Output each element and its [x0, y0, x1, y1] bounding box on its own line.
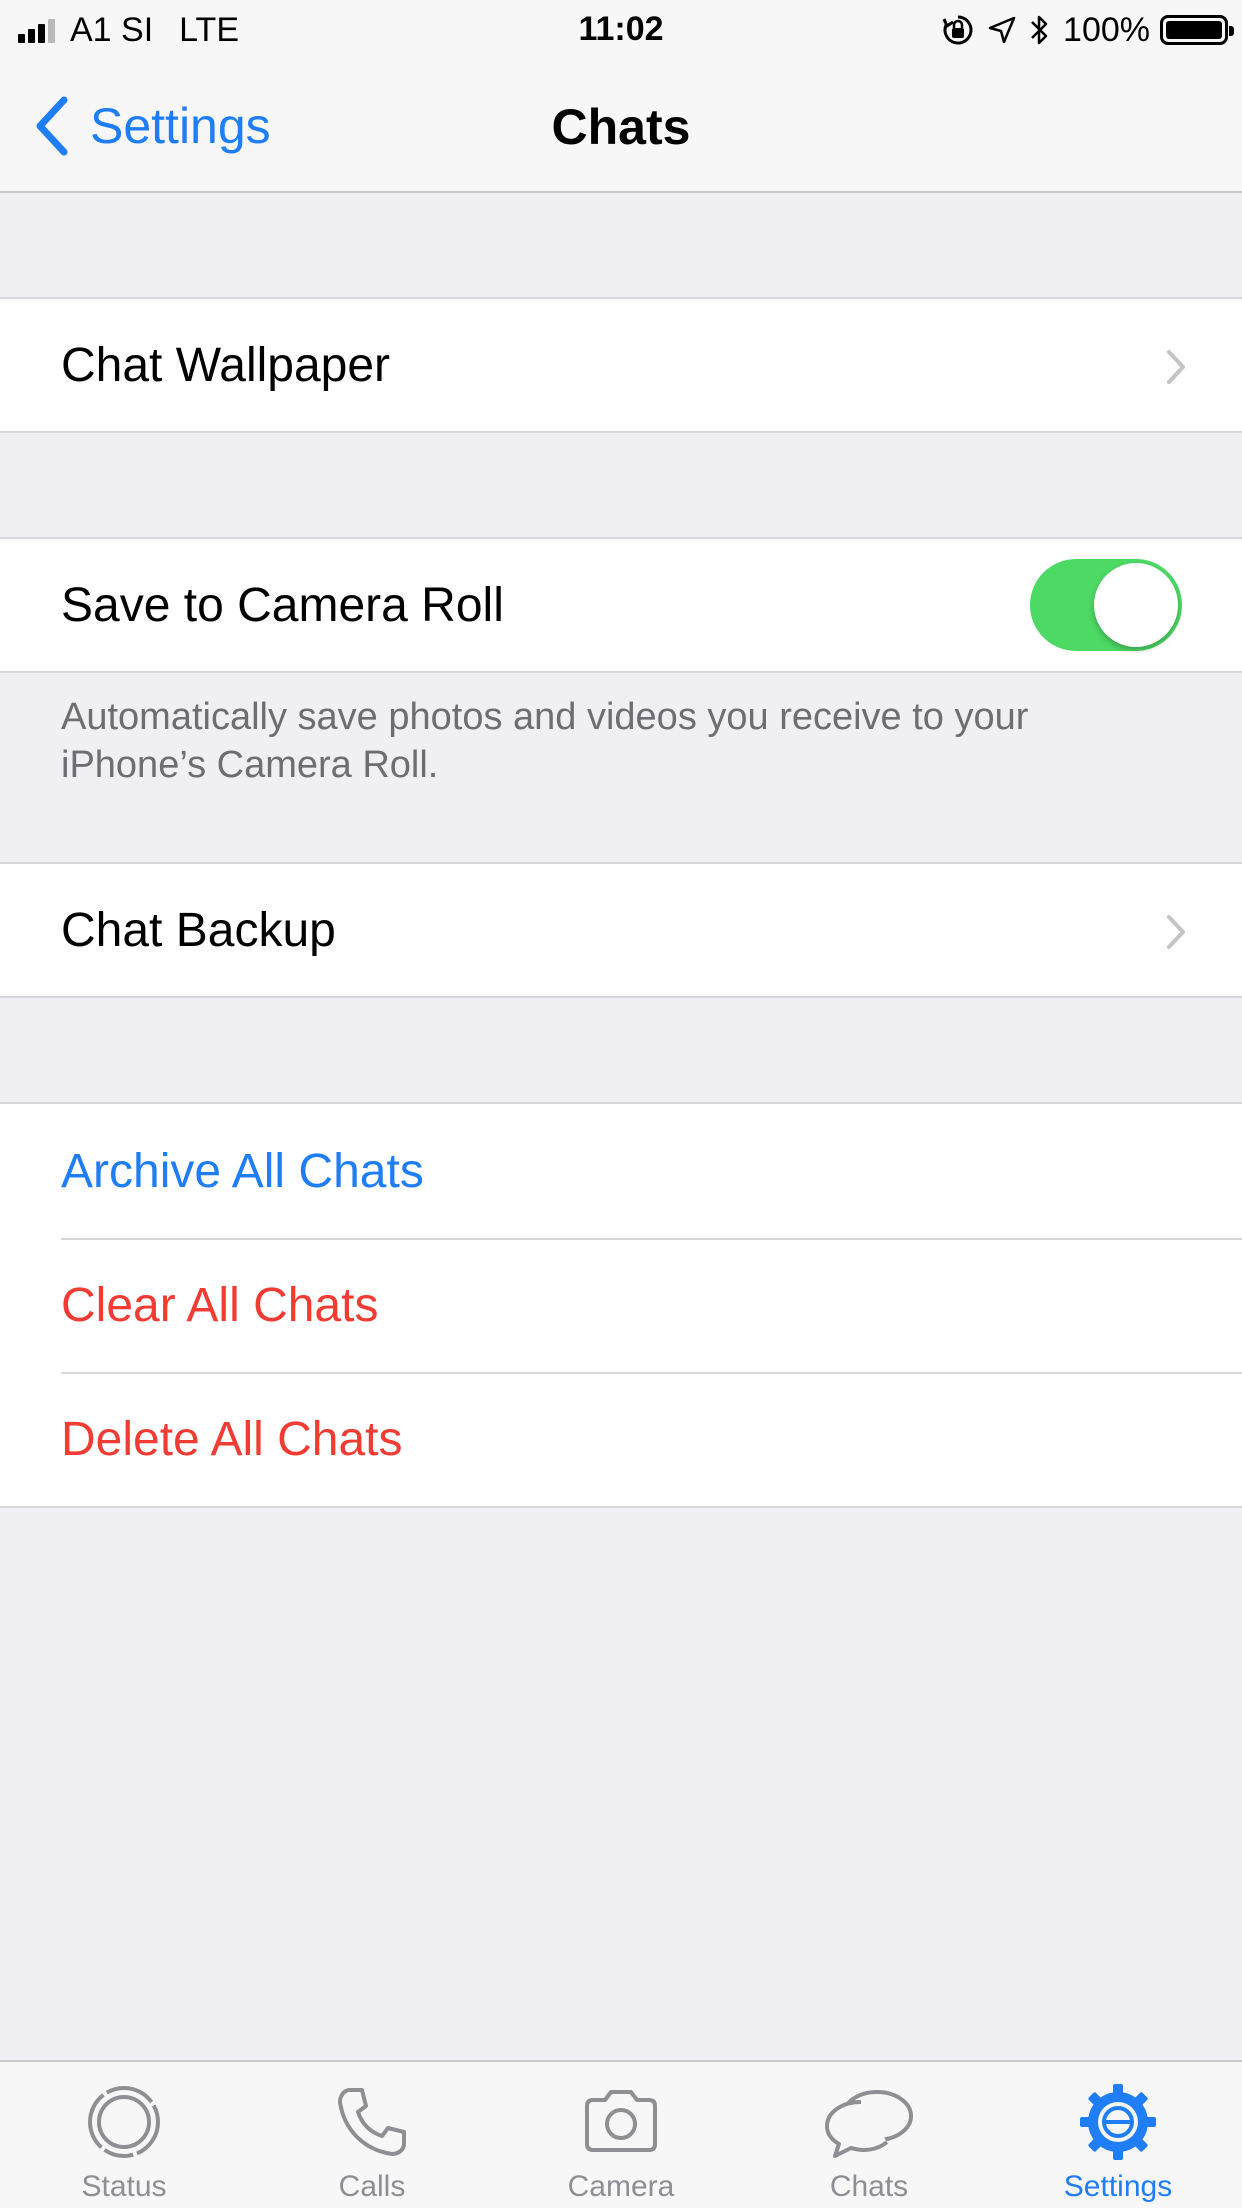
save-to-camera-roll-toggle[interactable]	[1030, 559, 1182, 651]
bluetooth-icon	[1031, 15, 1048, 45]
backup-group: Chat Backup	[0, 862, 1242, 998]
chevron-right-icon	[1167, 350, 1185, 384]
tab-chats-label: Chats	[829, 2170, 909, 2203]
tab-status[interactable]: Status	[0, 2062, 248, 2208]
camera-icon	[585, 2090, 657, 2152]
tab-bar: Status Calls Camera Chats Settings	[0, 2060, 1242, 2208]
status-bar: A1 SI LTE 11:02 100%	[0, 0, 1242, 60]
tab-camera-label: Camera	[567, 2170, 675, 2203]
save-to-camera-roll-label: Save to Camera Roll	[61, 578, 504, 632]
archive-all-chats-button[interactable]: Archive All Chats	[0, 1104, 1242, 1238]
camera-roll-group: Save to Camera Roll	[0, 537, 1242, 673]
chat-backup-label: Chat Backup	[61, 903, 336, 957]
navigation-bar: Settings Chats	[0, 60, 1242, 193]
location-icon	[988, 16, 1016, 44]
rotation-lock-icon	[942, 15, 973, 45]
wallpaper-group: Chat Wallpaper	[0, 297, 1242, 433]
tab-settings[interactable]: Settings	[994, 2062, 1242, 2208]
save-to-camera-roll-row: Save to Camera Roll	[0, 539, 1242, 671]
delete-all-chats-button[interactable]: Delete All Chats	[0, 1372, 1242, 1506]
chevron-right-icon	[1167, 915, 1185, 949]
tab-calls-label: Calls	[338, 2170, 406, 2203]
actions-group: Archive All Chats Clear All Chats Delete…	[0, 1102, 1242, 1508]
camera-roll-footnote: Automatically save photos and videos you…	[61, 696, 1029, 786]
toggle-knob	[1094, 563, 1178, 647]
battery-percent: 100%	[1063, 10, 1150, 49]
chat-wallpaper-label: Chat Wallpaper	[61, 338, 391, 392]
chat-wallpaper-row[interactable]: Chat Wallpaper	[0, 299, 1242, 431]
chat-bubbles-icon	[825, 2090, 913, 2158]
status-icon	[88, 2086, 160, 2158]
phone-icon	[338, 2088, 406, 2156]
page-title: Chats	[551, 99, 691, 155]
tab-chats[interactable]: Chats	[745, 2062, 993, 2208]
gear-icon	[1080, 2084, 1156, 2160]
tab-calls[interactable]: Calls	[248, 2062, 496, 2208]
tab-status-label: Status	[81, 2170, 167, 2203]
clear-all-chats-button[interactable]: Clear All Chats	[0, 1238, 1242, 1372]
status-right: 100%	[941, 10, 1234, 50]
tab-camera[interactable]: Camera	[497, 2062, 745, 2208]
battery-icon	[1160, 15, 1234, 45]
chat-backup-row[interactable]: Chat Backup	[0, 864, 1242, 996]
tab-settings-label: Settings	[1063, 2170, 1173, 2203]
